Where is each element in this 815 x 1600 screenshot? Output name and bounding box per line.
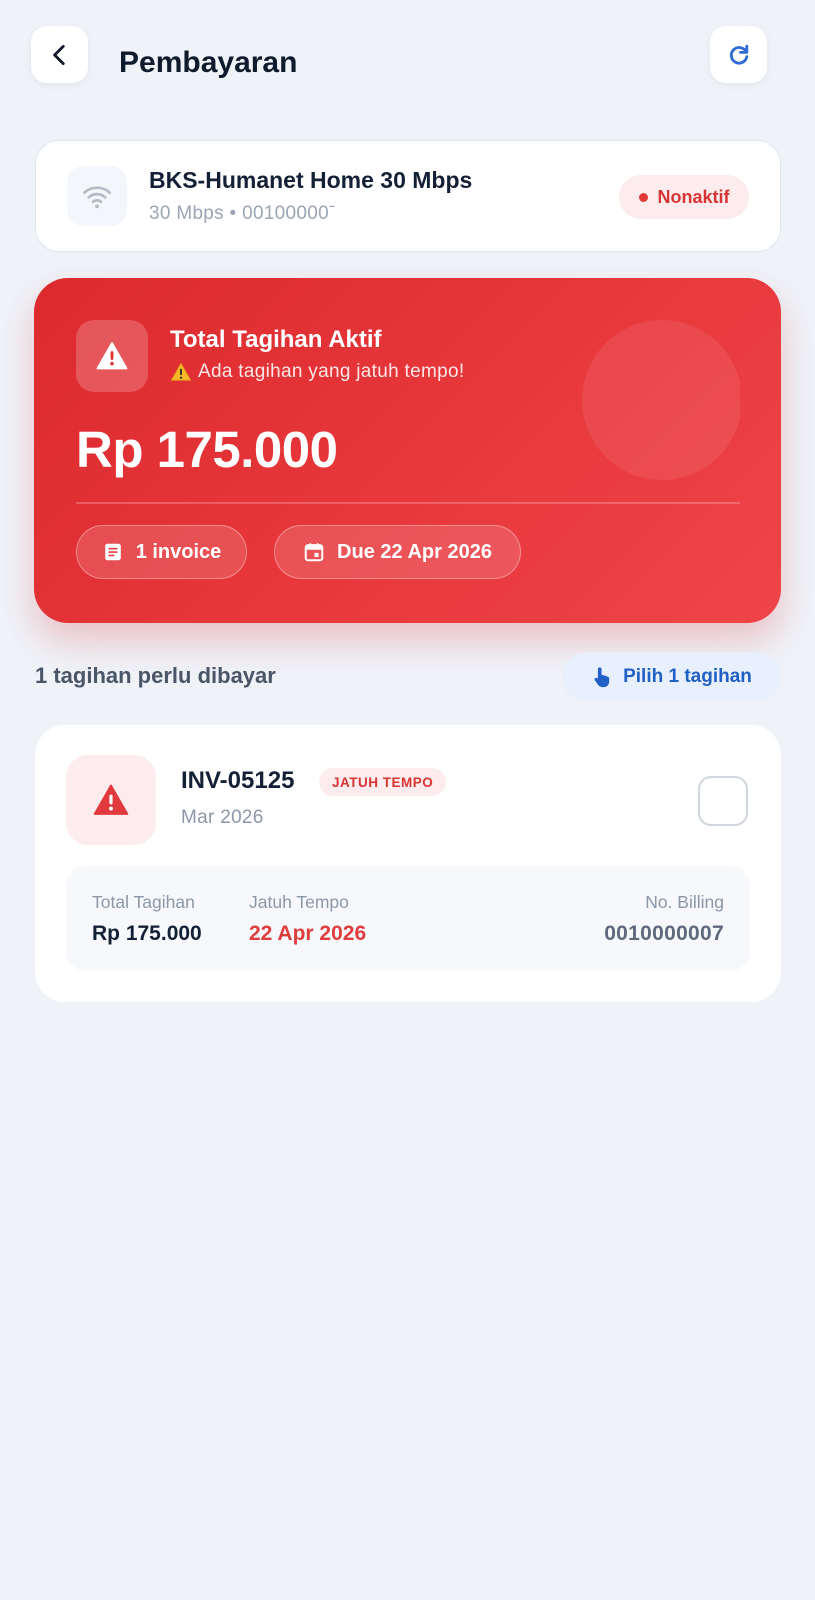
bill-warning-text: Ada tagihan yang jatuh tempo!	[198, 361, 465, 382]
section-title: 1 tagihan perlu dibayar	[35, 663, 276, 688]
app-header: Pembayaran	[0, 0, 815, 120]
due-date-chip: Due 22 Apr 2026	[274, 525, 521, 579]
document-icon	[104, 543, 121, 561]
invoice-details: Total Tagihan Rp 175.000 Jatuh Tempo 22 …	[66, 866, 750, 971]
billing-number-label: No. Billing	[645, 892, 724, 912]
warning-triangle-icon	[96, 342, 128, 370]
invoice-checkbox[interactable]	[698, 776, 748, 826]
invoice-count-label: 1 invoice	[135, 540, 222, 563]
refresh-button[interactable]	[710, 26, 767, 83]
package-card[interactable]: BKS-Humanet Home 30 Mbps 30 Mbps • 00100…	[35, 140, 781, 252]
divider	[76, 502, 740, 504]
invoice-count-chip: 1 invoice	[76, 525, 247, 579]
warning-triangle-icon	[93, 784, 129, 815]
invoice-number: INV-05125	[181, 767, 295, 794]
hand-pointer-icon	[594, 667, 610, 688]
wifi-icon-box	[67, 166, 127, 226]
back-button[interactable]	[31, 26, 88, 83]
invoice-period: Mar 2026	[181, 807, 264, 828]
overdue-label: JATUH TEMPO	[332, 774, 434, 790]
due-date-label: Due 22 Apr 2026	[337, 540, 492, 563]
due-value: 22 Apr 2026	[249, 922, 367, 945]
bill-warning-row: Ada tagihan yang jatuh tempo!	[170, 361, 464, 383]
calendar-icon	[304, 543, 324, 562]
page-title: Pembayaran	[119, 46, 298, 79]
chevron-left-icon	[52, 44, 65, 65]
invoice-alert-icon-box	[66, 755, 156, 845]
overdue-badge: JATUH TEMPO	[319, 768, 447, 796]
billing-number-value: 0010000007	[604, 922, 724, 945]
package-name: BKS-Humanet Home 30 Mbps	[149, 167, 473, 193]
bill-summary-card: Total Tagihan Aktif Ada tagihan yang jat…	[34, 278, 781, 623]
package-subtitle: 30 Mbps • 00100000ˉ	[149, 203, 336, 224]
refresh-icon	[729, 44, 748, 65]
status-badge: Nonaktif	[619, 175, 749, 219]
total-amount: Rp 175.000	[76, 421, 338, 478]
warning-emoji-icon	[170, 362, 192, 381]
total-label: Total Tagihan	[92, 892, 195, 912]
wifi-icon	[83, 186, 111, 209]
select-bills-label: Pilih 1 tagihan	[623, 666, 752, 687]
select-bills-button[interactable]: Pilih 1 tagihan	[562, 652, 781, 702]
warning-icon-box	[76, 320, 148, 392]
invoice-card[interactable]: INV-05125 JATUH TEMPO Mar 2026 Total Tag…	[35, 725, 781, 1002]
status-dot	[638, 192, 648, 202]
total-value: Rp 175.000	[92, 922, 202, 945]
due-label: Jatuh Tempo	[249, 892, 349, 912]
status-label: Nonaktif	[657, 186, 730, 207]
decorative-circle	[582, 320, 740, 480]
bill-title: Total Tagihan Aktif	[170, 326, 382, 353]
